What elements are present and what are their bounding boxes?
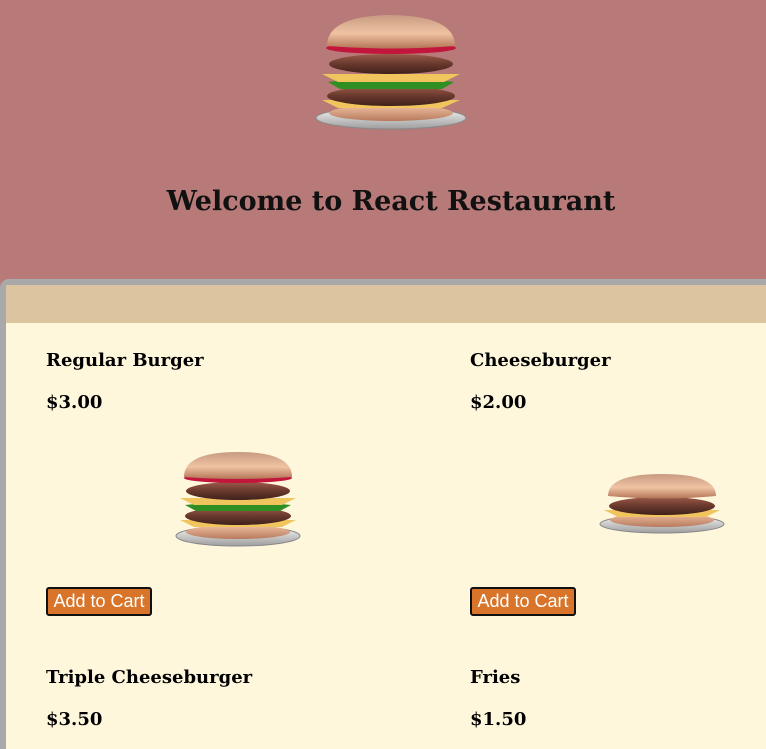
- menu-content: Regular Burger $3.00 Add to Cart Cheeseb: [6, 285, 766, 749]
- add-to-cart-button[interactable]: Add to Cart: [46, 587, 152, 616]
- triple-burger-image: [174, 450, 302, 554]
- add-to-cart-button[interactable]: Add to Cart: [470, 587, 576, 616]
- item-name: Regular Burger: [46, 350, 204, 371]
- page-title: Welcome to React Restaurant: [166, 186, 616, 217]
- menu-header-bar: [6, 285, 766, 323]
- item-price: $2.00: [470, 392, 527, 413]
- item-name: Cheeseburger: [470, 350, 611, 371]
- hero-section: Welcome to React Restaurant: [0, 0, 766, 280]
- single-burger-image: [598, 474, 726, 542]
- burger-icon: [314, 12, 468, 134]
- item-price: $3.00: [46, 392, 103, 413]
- item-price: $1.50: [470, 709, 527, 730]
- item-name: Triple Cheeseburger: [46, 667, 253, 688]
- item-price: $3.50: [46, 709, 103, 730]
- item-name: Fries: [470, 667, 521, 688]
- menu-panel: Regular Burger $3.00 Add to Cart Cheeseb: [0, 279, 766, 749]
